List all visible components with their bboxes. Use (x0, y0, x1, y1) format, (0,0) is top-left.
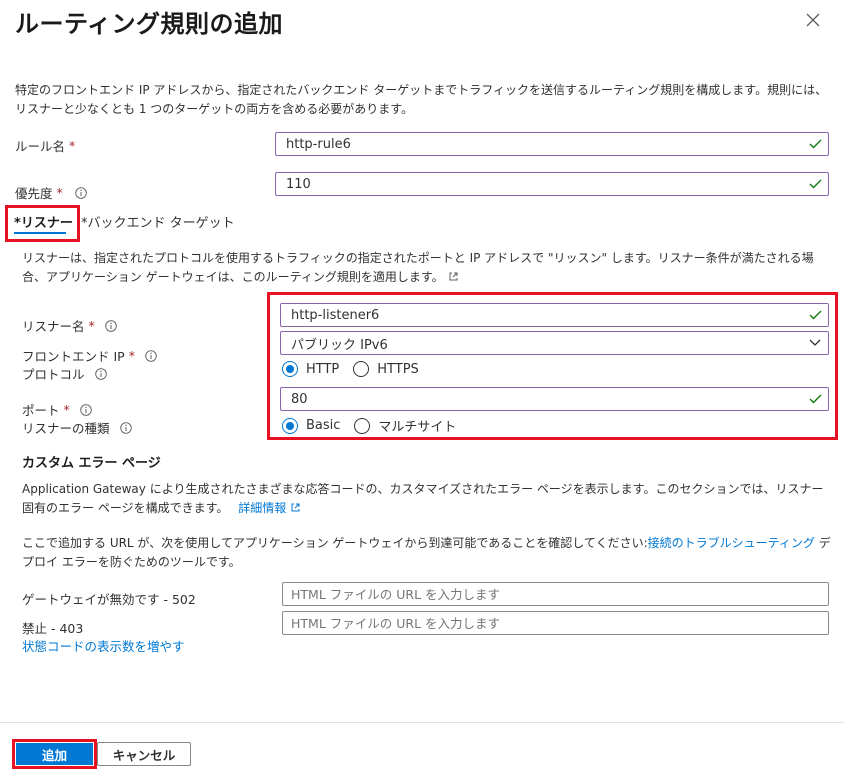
show-more-status-codes-link[interactable]: 状態コードの表示数を増やす (22, 636, 185, 655)
rule-name-input[interactable]: http-rule6 (275, 132, 829, 156)
port-value: 80 (291, 391, 308, 407)
close-icon (806, 13, 820, 27)
required-mark: * (56, 185, 63, 200)
frontend-ip-label: フロントエンド IP * (22, 346, 157, 365)
listener-name-label: リスナー名 * (22, 316, 117, 335)
protocol-radio-http[interactable] (282, 361, 298, 377)
info-icon[interactable] (75, 186, 87, 199)
tab-backend-target[interactable]: *バックエンド ターゲット (81, 212, 235, 231)
protocol-label: プロトコル (22, 364, 107, 383)
chevron-down-icon (808, 336, 822, 350)
cancel-button[interactable]: キャンセル (97, 742, 191, 766)
rule-name-value: http-rule6 (286, 136, 351, 152)
info-icon[interactable] (105, 319, 117, 332)
info-icon[interactable] (145, 349, 157, 362)
info-icon[interactable] (94, 367, 107, 380)
priority-label: 優先度 * (15, 183, 87, 202)
intro-description: 特定のフロントエンド IP アドレスから、指定されたバックエンド ターゲットまで… (15, 83, 828, 116)
footer-divider (0, 722, 844, 723)
listener-type-radio-group: Basic マルチサイト (282, 416, 456, 435)
priority-value: 110 (286, 176, 311, 192)
port-label: ポート * (22, 400, 92, 419)
protocol-radio-https[interactable] (353, 361, 370, 377)
protocol-radio-group: HTTP HTTPS (282, 361, 419, 377)
active-tab-indicator (14, 232, 66, 234)
custom-error-description: Application Gateway により生成されたさまざまな応答コードの、… (22, 482, 824, 515)
frontend-ip-dropdown[interactable]: パブリック IPv6 (280, 331, 829, 355)
checkmark-icon (808, 137, 822, 151)
rule-name-label: ルール名 * (15, 138, 76, 154)
learn-more-link[interactable]: 詳細情報 (238, 501, 286, 515)
listener-description: リスナーは、指定されたプロトコルを使用するトラフィックの指定されたポートと IP… (22, 251, 814, 284)
error-403-url-input[interactable] (282, 611, 829, 635)
checkmark-icon (808, 177, 822, 191)
priority-input[interactable]: 110 (275, 172, 829, 196)
troubleshoot-connectivity-link[interactable]: 接続のトラブルシューティング (648, 536, 815, 550)
external-link-icon (290, 501, 301, 515)
port-input[interactable]: 80 (280, 387, 829, 411)
info-icon[interactable] (119, 421, 132, 434)
checkmark-icon (808, 392, 822, 406)
error-502-url-input[interactable] (282, 582, 829, 606)
required-mark: * (69, 138, 76, 153)
listener-name-input[interactable]: http-listener6 (280, 303, 829, 327)
tab-listener[interactable]: *リスナー (14, 212, 73, 231)
listener-name-value: http-listener6 (291, 307, 380, 323)
listener-type-radio-multisite[interactable] (354, 417, 371, 434)
error-502-label: ゲートウェイが無効です - 502 (22, 592, 196, 607)
custom-error-heading: カスタム エラー ページ (22, 456, 161, 471)
page-title: ルーティング規則の追加 (15, 10, 284, 38)
checkmark-icon (808, 308, 822, 322)
add-button[interactable]: 追加 (16, 743, 93, 765)
close-button[interactable] (800, 7, 826, 33)
frontend-ip-value: パブリック IPv6 (291, 337, 388, 353)
info-icon[interactable] (80, 403, 92, 416)
listener-type-radio-basic[interactable] (282, 417, 298, 434)
external-link-icon (448, 270, 459, 284)
error-403-label: 禁止 - 403 (22, 621, 84, 636)
listener-type-label: リスナーの種類 (22, 418, 132, 437)
url-reachability-note: ここで追加する URL が、次を使用してアプリケーション ゲートウェイから到達可… (22, 536, 831, 569)
